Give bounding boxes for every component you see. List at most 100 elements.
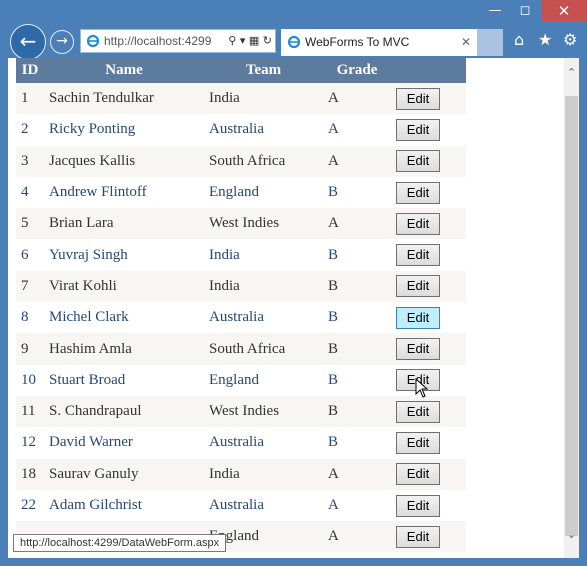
refresh-icon[interactable]: ↻ [263, 34, 272, 47]
back-arrow-icon[interactable]: ← [10, 24, 46, 60]
edit-button[interactable]: Edit [396, 306, 440, 329]
cell-grade: B [323, 176, 391, 209]
cell-grade: B [323, 333, 391, 365]
cell-action: Edit [391, 145, 466, 177]
cell-id: 12 [16, 427, 44, 459]
cell-team: India [204, 83, 323, 115]
cell-grade: A [323, 83, 391, 115]
ie-tab-icon [287, 35, 301, 49]
cell-grade: B [323, 302, 391, 334]
table-row: 5 Brian Lara West Indies A Edit [16, 208, 466, 240]
table-row: 4 Andrew Flintoff England B Edit [16, 176, 466, 209]
cell-id: 18 [16, 458, 44, 490]
cell-id: 2 [16, 114, 44, 146]
cell-name: Adam Gilchrist [44, 489, 204, 522]
table-row: 3 Jacques Kallis South Africa A Edit [16, 145, 466, 177]
cell-grade: A [323, 145, 391, 177]
compat-view-icon[interactable]: ▦ [249, 34, 259, 47]
browser-window: — ◻ ✕ ← → http://localhost:4299 ⚲ ▾ ▦ ↻ … [0, 0, 587, 566]
cell-action: Edit [391, 302, 466, 334]
cell-team: India [204, 270, 323, 303]
cell-action: Edit [391, 489, 466, 522]
address-bar[interactable]: http://localhost:4299 ⚲ ▾ ▦ ↻ [80, 29, 276, 53]
scroll-up-icon[interactable]: ⌃ [564, 64, 579, 82]
cell-action: Edit [391, 395, 466, 428]
cell-action: Edit [391, 427, 466, 459]
cell-team: England [204, 364, 323, 396]
table-row: 8 Michel Clark Australia B Edit [16, 302, 466, 334]
column-header-name: Name [44, 58, 204, 83]
cell-action: Edit [391, 176, 466, 209]
address-url[interactable]: http://localhost:4299 [104, 34, 211, 48]
cell-name: Stuart Broad [44, 364, 204, 396]
cell-team: Australia [204, 489, 323, 522]
cell-action: Edit [391, 458, 466, 490]
edit-button[interactable]: Edit [396, 338, 440, 361]
cell-action: Edit [391, 208, 466, 240]
home-icon[interactable]: ⌂ [514, 30, 524, 49]
edit-button[interactable]: Edit [396, 212, 440, 235]
table-row: 9 Hashim Amla South Africa B Edit [16, 333, 466, 365]
cell-action: Edit [391, 239, 466, 271]
cell-id: 3 [16, 145, 44, 177]
vertical-scrollbar[interactable]: ⌃ ⌄ [564, 58, 579, 558]
cell-name: S. Chandrapaul [44, 395, 204, 428]
edit-button[interactable]: Edit [396, 525, 440, 548]
edit-button[interactable]: Edit [396, 244, 440, 267]
cell-grade: A [323, 521, 391, 553]
cell-id: 6 [16, 239, 44, 271]
close-window-icon[interactable]: ✕ [541, 0, 587, 22]
cell-id: 1 [16, 83, 44, 115]
cell-action: Edit [391, 114, 466, 146]
star-icon[interactable]: ★ [538, 30, 552, 49]
cell-team: England [204, 176, 323, 209]
status-bar-url: http://localhost:4299/DataWebForm.aspx [13, 534, 227, 552]
edit-button[interactable]: Edit [396, 181, 440, 204]
cell-team: Australia [204, 114, 323, 146]
search-icon[interactable]: ⚲ [228, 34, 236, 47]
cell-team: India [204, 239, 323, 271]
cell-action: Edit [391, 270, 466, 303]
minimize-icon[interactable]: — [480, 0, 510, 22]
gear-icon[interactable]: ⚙ [563, 30, 577, 49]
table-row: 11 S. Chandrapaul West Indies B Edit [16, 395, 466, 428]
table-row: 1 Sachin Tendulkar India A Edit [16, 83, 466, 115]
cell-id: 10 [16, 364, 44, 396]
maximize-icon[interactable]: ◻ [510, 0, 540, 22]
forward-arrow-icon[interactable]: → [50, 30, 74, 54]
cell-grade: B [323, 395, 391, 428]
cell-grade: A [323, 489, 391, 522]
address-tools: ⚲ ▾ ▦ ↻ [225, 30, 275, 52]
cell-grade: B [323, 427, 391, 459]
dropdown-icon[interactable]: ▾ [240, 34, 246, 47]
column-header-team: Team [204, 58, 323, 83]
edit-button[interactable]: Edit [396, 87, 440, 110]
cell-id: 4 [16, 176, 44, 209]
cell-name: Virat Kohli [44, 270, 204, 303]
cell-name: Michel Clark [44, 302, 204, 334]
close-tab-icon[interactable]: ✕ [461, 29, 471, 55]
cell-name: David Warner [44, 427, 204, 459]
table-row: 10 Stuart Broad England B Edit [16, 364, 466, 396]
cell-id: 22 [16, 489, 44, 522]
tab-webforms-to-mvc[interactable]: WebForms To MVC ✕ [281, 29, 477, 56]
edit-button[interactable]: Edit [396, 463, 440, 486]
edit-button[interactable]: Edit [396, 494, 440, 517]
edit-button[interactable]: Edit [396, 400, 440, 423]
cell-name: Saurav Ganuly [44, 458, 204, 490]
edit-button[interactable]: Edit [396, 431, 440, 454]
tab-title: WebForms To MVC [305, 35, 410, 49]
cell-name: Hashim Amla [44, 333, 204, 365]
edit-button[interactable]: Edit [396, 150, 440, 173]
table-row: 6 Yuvraj Singh India B Edit [16, 239, 466, 271]
cell-team: South Africa [204, 333, 323, 365]
cell-grade: A [323, 208, 391, 240]
edit-button[interactable]: Edit [396, 275, 440, 298]
new-tab-button[interactable] [477, 29, 503, 56]
edit-button[interactable]: Edit [396, 118, 440, 141]
cell-team: West Indies [204, 395, 323, 428]
cell-name: Jacques Kallis [44, 145, 204, 177]
grid-header-row: ID Name Team Grade [16, 58, 466, 83]
scrollbar-thumb[interactable] [565, 96, 578, 536]
scroll-down-icon[interactable]: ⌄ [564, 526, 579, 544]
